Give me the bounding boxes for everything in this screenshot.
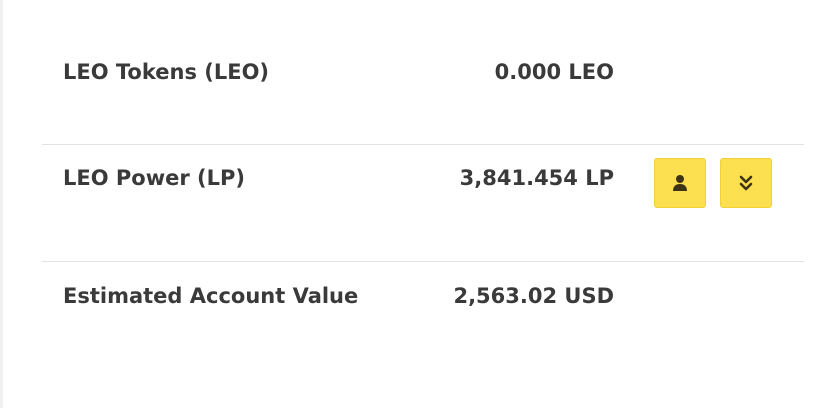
leo-tokens-value: 0.000 LEO <box>494 60 614 84</box>
user-icon <box>673 175 687 191</box>
leo-power-value: 3,841.454 LP <box>459 166 614 190</box>
double-chevron-down-icon <box>739 175 753 191</box>
delegate-button[interactable] <box>654 158 706 208</box>
left-border <box>0 0 3 408</box>
estimated-value-amount: 2,563.02 USD <box>453 284 614 308</box>
power-down-button[interactable] <box>720 158 772 208</box>
balance-row-estimated-value: Estimated Account Value 2,563.02 USD <box>42 261 804 380</box>
wallet-balances-panel: LEO Tokens (LEO) 0.000 LEO LEO Power (LP… <box>0 0 838 408</box>
balance-row-leo-power: LEO Power (LP) 3,841.454 LP <box>42 144 804 262</box>
estimated-value-label: Estimated Account Value <box>63 284 359 308</box>
leo-power-label: LEO Power (LP) <box>63 166 245 190</box>
leo-tokens-label: LEO Tokens (LEO) <box>63 60 270 84</box>
balance-row-leo-tokens: LEO Tokens (LEO) 0.000 LEO <box>42 26 804 143</box>
